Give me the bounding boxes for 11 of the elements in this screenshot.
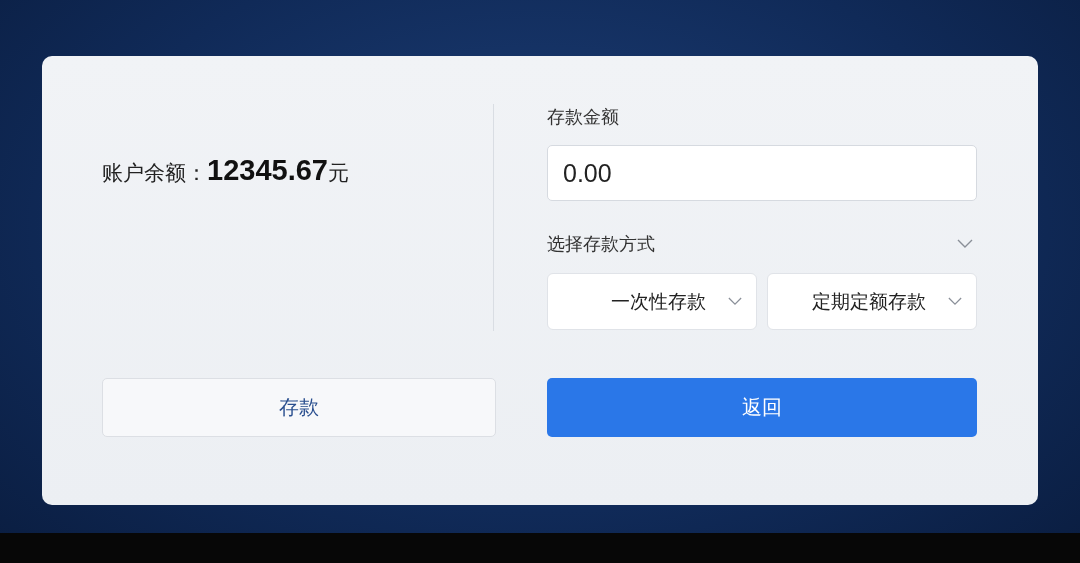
chevron-icon — [728, 297, 742, 306]
chevron-icon[interactable] — [957, 239, 973, 249]
chevron-icon — [948, 297, 962, 306]
dropdown-select[interactable]: 一次性存款 — [547, 273, 757, 330]
back-button[interactable]: 返回 — [547, 378, 977, 437]
account-balance: 账户余额：12345.67元 — [102, 154, 350, 187]
dropdown-select[interactable]: 定期定额存款 — [767, 273, 977, 330]
amount-field[interactable]: 0.00 — [547, 145, 977, 201]
deposit-button[interactable]: 存款 — [102, 378, 496, 437]
field-label: 存款金额 — [547, 105, 620, 129]
field-label: 选择存款方式 — [547, 232, 655, 256]
